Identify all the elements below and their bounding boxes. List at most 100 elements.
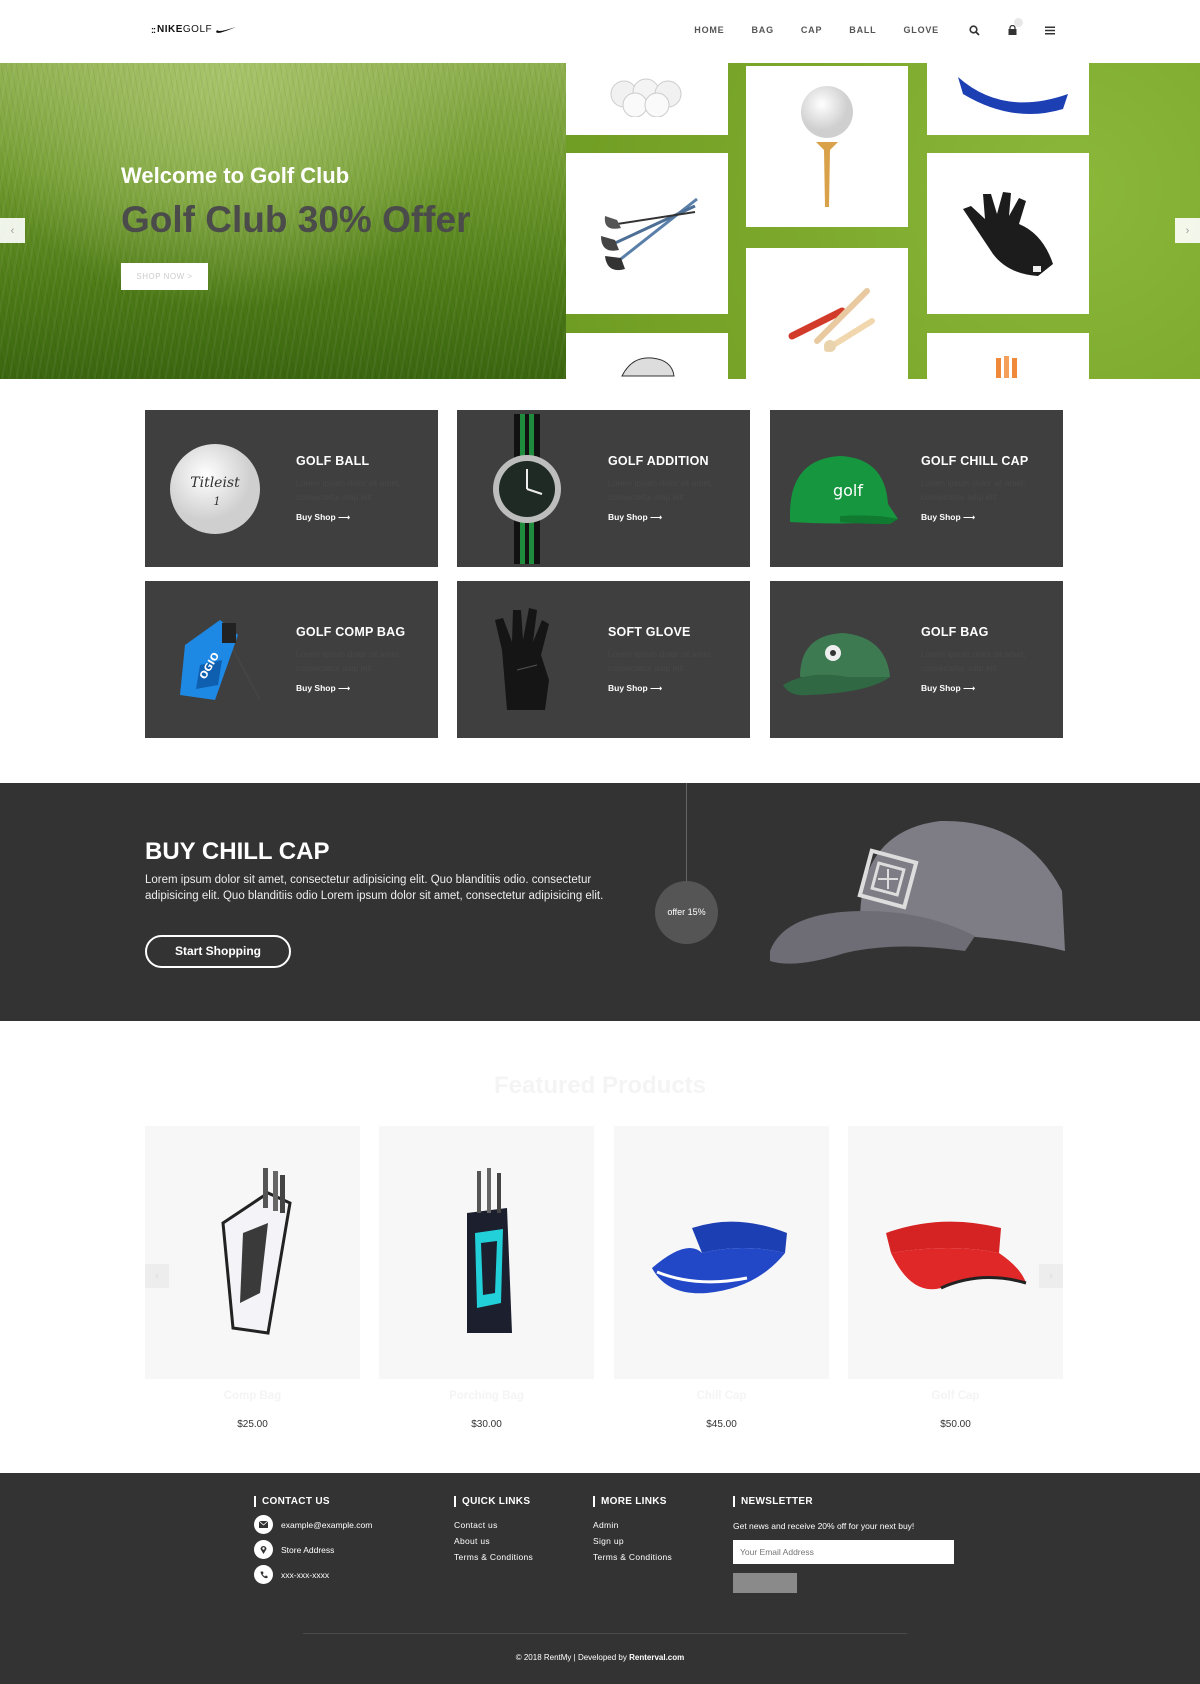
contact-phone[interactable]: xxx-xxx-xxxx bbox=[254, 1565, 372, 1584]
search-icon[interactable] bbox=[967, 23, 981, 37]
footer-link-about-us[interactable]: About us bbox=[454, 1536, 533, 1546]
ball-on-tee-image bbox=[801, 85, 853, 207]
buy-shop-link[interactable]: Buy Shop ⟶ bbox=[921, 512, 975, 523]
hero-tile-glove bbox=[927, 153, 1089, 314]
product-name[interactable]: Chill Cap bbox=[614, 1390, 829, 1402]
footer-link-sign-up[interactable]: Sign up bbox=[593, 1536, 672, 1546]
main-nav: HOME BAG CAP BALL GLOVE bbox=[667, 18, 1057, 37]
footer-link-admin[interactable]: Admin bbox=[593, 1520, 672, 1530]
product-card-porching-bag[interactable] bbox=[379, 1126, 594, 1379]
slider-prev-arrow[interactable]: ‹ bbox=[0, 218, 25, 243]
offer-badge: offer 15% bbox=[655, 881, 718, 944]
hero-tile-tee bbox=[746, 66, 908, 227]
carousel-next-arrow[interactable]: › bbox=[1039, 1264, 1063, 1288]
promo-banner: BUY CHILL CAP Lorem ipsum dolor sit amet… bbox=[0, 783, 1200, 1021]
category-title: GOLF BAG bbox=[921, 625, 989, 639]
nav-cap[interactable]: CAP bbox=[801, 23, 822, 37]
category-card-golf-comp-bag[interactable]: OGIO GOLF COMP BAG Lorem ipsum dolor sit… bbox=[145, 581, 438, 738]
red-visor-image bbox=[885, 1221, 1026, 1289]
orange-tees-image bbox=[996, 356, 1017, 378]
footer-quick-links: QUICK LINKS Contact us About us Terms & … bbox=[454, 1496, 533, 1562]
product-card-comp-bag[interactable] bbox=[145, 1126, 360, 1379]
hero-text: Welcome to Golf Club Golf Club 30% Offer bbox=[121, 163, 470, 241]
cart-icon[interactable] bbox=[1005, 18, 1023, 37]
hero-tile-visor bbox=[927, 63, 1089, 135]
developer-link[interactable]: Renterval.com bbox=[629, 1653, 684, 1662]
green-baseball-cap-image bbox=[782, 632, 890, 695]
nav-ball[interactable]: BALL bbox=[849, 23, 876, 37]
hero-title: Golf Club 30% Offer bbox=[121, 199, 471, 240]
site-header: :: NIKE GOLF HOME BAG CAP BALL GLOVE bbox=[0, 0, 1200, 63]
logo-suffix: GOLF bbox=[182, 24, 213, 35]
newsletter-subscribe-button[interactable] bbox=[733, 1573, 797, 1593]
carousel-prev-arrow[interactable]: ‹ bbox=[145, 1264, 169, 1288]
newsletter-email-input[interactable] bbox=[733, 1540, 954, 1564]
category-card-golf-addition[interactable]: GOLF ADDITION Lorem ipsum dolor sit amet… bbox=[457, 410, 750, 567]
category-title: GOLF ADDITION bbox=[608, 454, 709, 468]
product-name[interactable]: Porching Bag bbox=[379, 1390, 594, 1402]
category-title: GOLF CHILL CAP bbox=[921, 454, 1029, 468]
logo-brand: NIKE bbox=[157, 24, 183, 35]
offer-hanger-line bbox=[686, 783, 687, 881]
golf-ball-thumb: Titleist 1 bbox=[145, 410, 285, 567]
category-card-soft-glove[interactable]: SOFT GLOVE Lorem ipsum dolor sit amet, c… bbox=[457, 581, 750, 738]
footer-link-terms[interactable]: Terms & Conditions bbox=[454, 1552, 533, 1562]
logo-dots: :: bbox=[151, 24, 156, 35]
svg-text:1: 1 bbox=[214, 495, 221, 508]
hero-tile-glove-bottom bbox=[566, 333, 728, 379]
hero-slider: Welcome to Golf Club Golf Club 30% Offer… bbox=[0, 63, 1200, 379]
product-card-chill-cap[interactable] bbox=[614, 1126, 829, 1379]
site-footer: CONTACT US example@example.com Store Add… bbox=[0, 1473, 1200, 1684]
category-card-golf-chill-cap[interactable]: golf GOLF CHILL CAP Lorem ipsum dolor si… bbox=[770, 410, 1063, 567]
product-price: $50.00 bbox=[940, 1419, 971, 1430]
product-price: $25.00 bbox=[237, 1419, 268, 1430]
category-card-golf-bag[interactable]: GOLF BAG Lorem ipsum dolor sit amet, con… bbox=[770, 581, 1063, 738]
nav-bag[interactable]: BAG bbox=[751, 23, 773, 37]
soft-glove-thumb bbox=[457, 581, 597, 738]
menu-icon[interactable] bbox=[1043, 23, 1057, 37]
contact-email[interactable]: example@example.com bbox=[254, 1515, 372, 1534]
category-desc: Lorem ipsum dolor sit amet, consectetur … bbox=[921, 478, 1026, 502]
footer-newsletter: NEWSLETTER Get news and receive 20% off … bbox=[733, 1496, 954, 1593]
teal-bag-image bbox=[466, 1167, 512, 1333]
footer-link-contact-us[interactable]: Contact us bbox=[454, 1520, 533, 1530]
hero-tile-tees bbox=[746, 248, 908, 379]
category-card-golf-ball[interactable]: Titleist 1 GOLF BALL Lorem ipsum dolor s… bbox=[145, 410, 438, 567]
footer-contact: CONTACT US example@example.com Store Add… bbox=[254, 1496, 372, 1584]
watch-image bbox=[493, 413, 561, 564]
product-name[interactable]: Comp Bag bbox=[145, 1390, 360, 1402]
footer-link-terms-more[interactable]: Terms & Conditions bbox=[593, 1552, 672, 1562]
product-name[interactable]: Golf Cap bbox=[848, 1390, 1063, 1402]
slider-next-arrow[interactable]: › bbox=[1175, 218, 1200, 243]
product-price: $45.00 bbox=[706, 1419, 737, 1430]
logo[interactable]: :: NIKE GOLF bbox=[151, 24, 237, 35]
nav-home[interactable]: HOME bbox=[694, 23, 724, 37]
golf-bag-cap-thumb bbox=[770, 581, 910, 738]
buy-shop-link[interactable]: Buy Shop ⟶ bbox=[921, 683, 975, 694]
promo-title: BUY CHILL CAP bbox=[145, 838, 330, 865]
newsletter-text: Get news and receive 20% off for your ne… bbox=[733, 1521, 915, 1531]
product-card-golf-cap[interactable] bbox=[848, 1126, 1063, 1379]
buy-shop-link[interactable]: Buy Shop ⟶ bbox=[296, 683, 350, 694]
footer-quick-links-title: QUICK LINKS bbox=[454, 1496, 533, 1507]
nav-glove[interactable]: GLOVE bbox=[903, 23, 939, 37]
green-cap-thumb: golf bbox=[770, 410, 910, 567]
copyright: © 2018 RentMy | Developed by Renterval.c… bbox=[0, 1653, 1200, 1662]
watch-thumb bbox=[457, 410, 597, 567]
category-desc: Lorem ipsum dolor sit amet, consectetur … bbox=[608, 478, 713, 502]
blue-bag-image: OGIO bbox=[180, 619, 261, 700]
footer-newsletter-title: NEWSLETTER bbox=[733, 1496, 954, 1507]
buy-shop-link[interactable]: Buy Shop ⟶ bbox=[608, 512, 662, 523]
promo-text: Lorem ipsum dolor sit amet, consectetur … bbox=[145, 874, 604, 902]
hero-shop-button[interactable]: SHOP NOW > bbox=[121, 263, 208, 290]
green-cap-image: golf bbox=[790, 455, 898, 524]
buy-shop-link[interactable]: Buy Shop ⟶ bbox=[296, 512, 350, 523]
buy-shop-link[interactable]: Buy Shop ⟶ bbox=[608, 683, 662, 694]
svg-text:Titleist: Titleist bbox=[190, 475, 240, 491]
product-price: $30.00 bbox=[471, 1419, 502, 1430]
category-desc: Lorem ipsum dolor sit amet, consectetur … bbox=[296, 649, 401, 673]
start-shopping-button[interactable]: Start Shopping bbox=[145, 935, 291, 968]
footer-more-links: MORE LINKS Admin Sign up Terms & Conditi… bbox=[593, 1496, 672, 1562]
tees-image bbox=[788, 287, 875, 352]
golf-ball-image: Titleist 1 bbox=[170, 443, 260, 534]
